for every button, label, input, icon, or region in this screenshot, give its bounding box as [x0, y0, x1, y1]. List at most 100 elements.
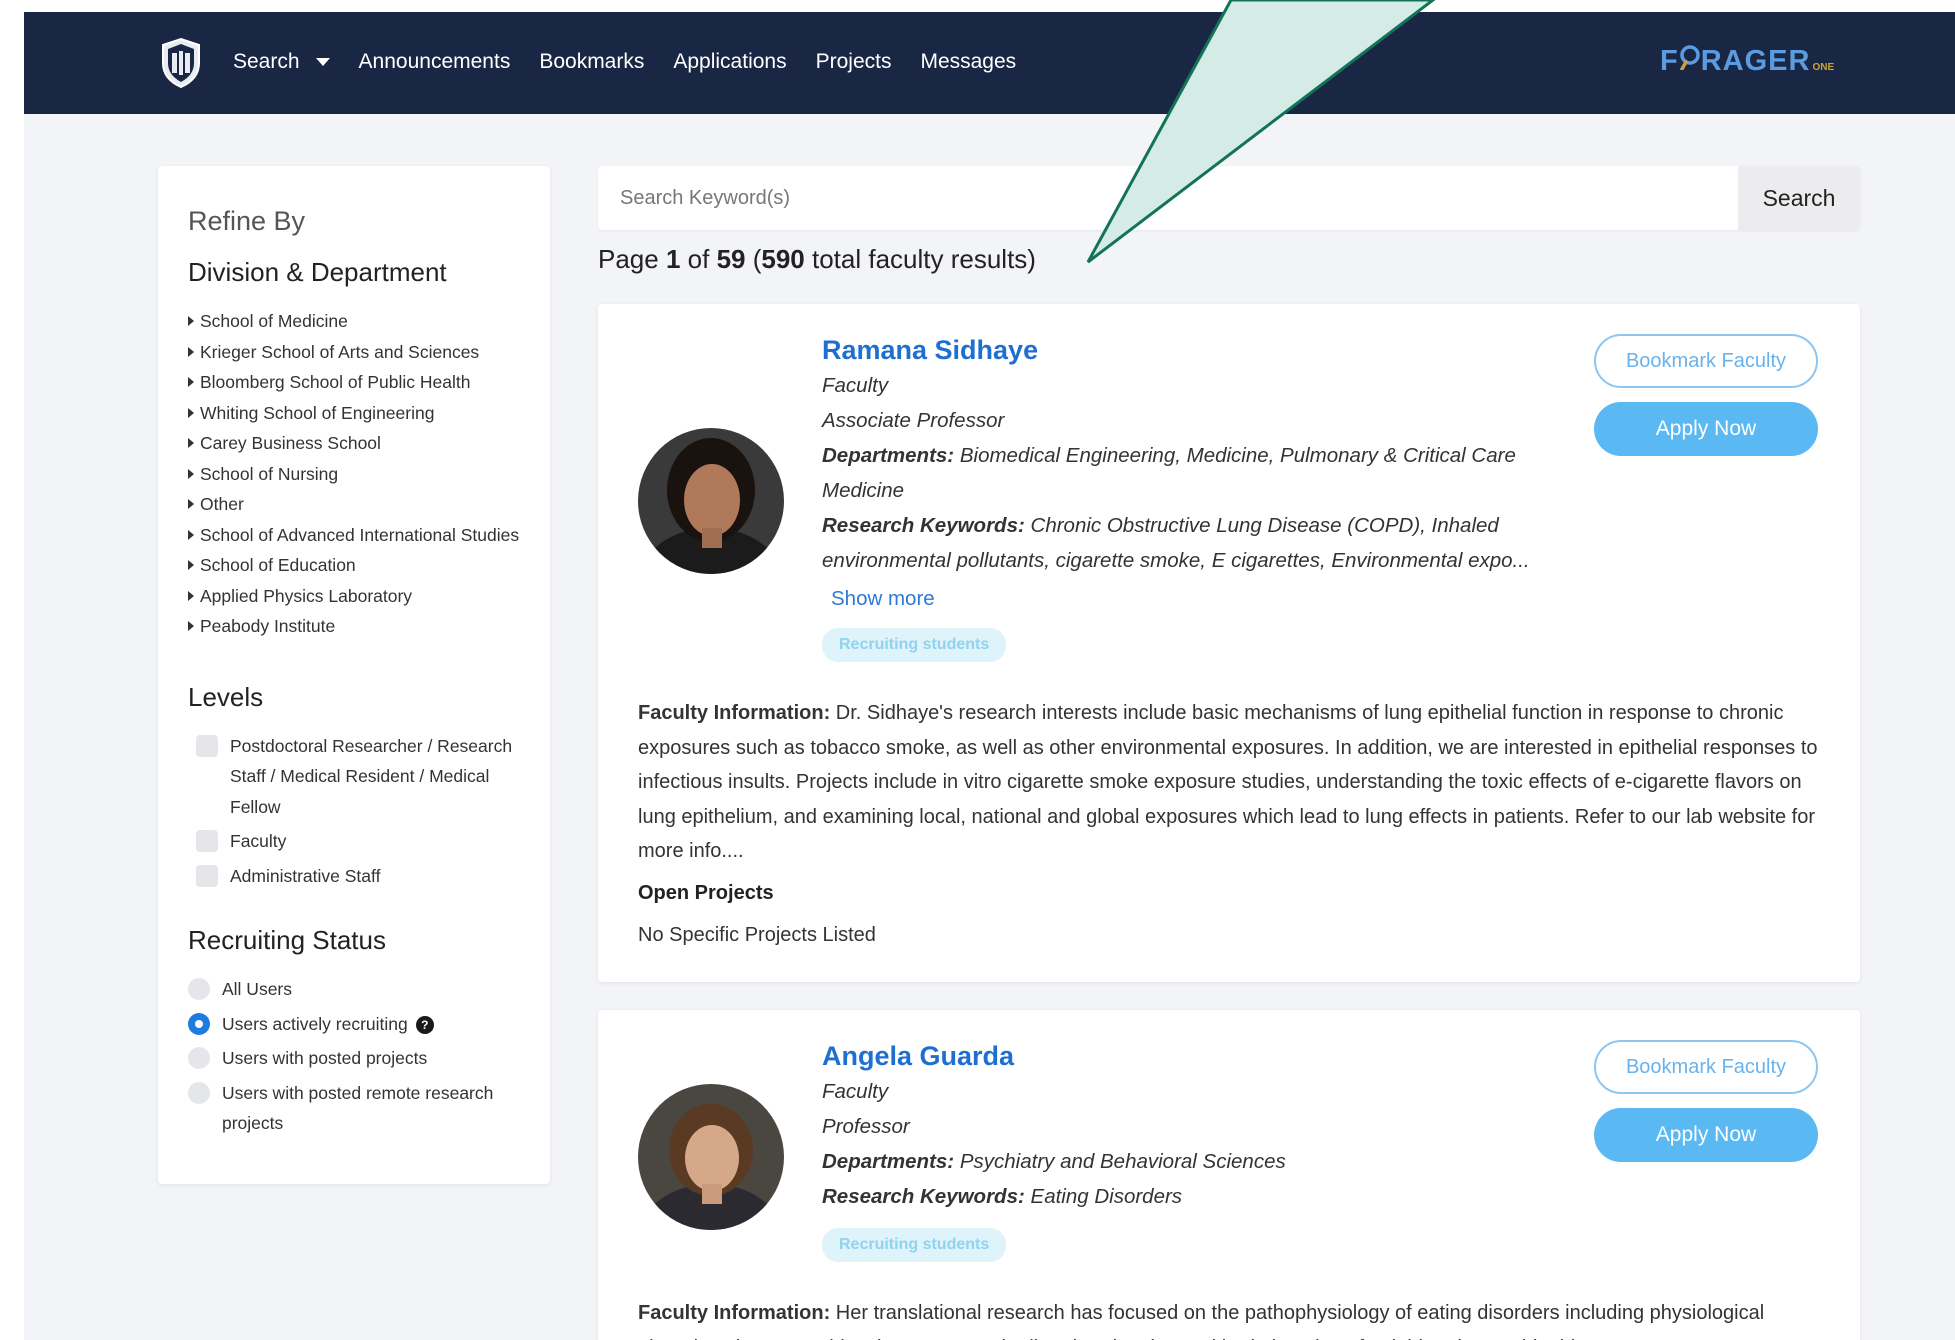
refine-sidebar: Refine By Division & Department School o… [158, 166, 550, 1184]
bookmark-faculty-button[interactable]: Bookmark Faculty [1594, 1040, 1818, 1094]
faculty-departments: Departments: Psychiatry and Behavioral S… [822, 1144, 1582, 1179]
nav-applications[interactable]: Applications [673, 50, 786, 74]
recruiting-heading: Recruiting Status [188, 925, 386, 955]
level-label: Faculty [230, 831, 287, 851]
level-checkbox[interactable] [196, 864, 218, 887]
faculty-keywords: Research Keywords: Chronic Obstructive L… [822, 508, 1582, 578]
level-option-admin[interactable]: Administrative Staff [188, 861, 526, 892]
departments-label: Departments: [822, 444, 955, 467]
current-page: 1 [665, 244, 681, 274]
forager-one-logo[interactable]: F RAGER ONE [1660, 44, 1834, 78]
search-button[interactable]: Search [1738, 166, 1860, 230]
nav-search-dropdown[interactable]: Search [233, 50, 330, 74]
dept-label: Bloomberg School of Public Health [200, 372, 471, 392]
faculty-information: Faculty Information: Dr. Sidhaye's resea… [638, 696, 1828, 869]
nav-bookmarks[interactable]: Bookmarks [539, 50, 644, 74]
level-checkbox[interactable] [196, 734, 218, 757]
caret-right-icon [188, 590, 194, 601]
show-more-link[interactable]: Show more [831, 584, 1582, 614]
recruit-radio-selected[interactable] [188, 1012, 210, 1035]
dept-item[interactable]: School of Medicine [188, 306, 526, 337]
level-option-faculty[interactable]: Faculty [188, 826, 526, 857]
page-prefix: Page [598, 244, 666, 274]
help-icon[interactable]: ? [415, 1015, 434, 1034]
faculty-info: Angela Guarda Faculty Professor Departme… [822, 1038, 1582, 1262]
department-list: School of Medicine Krieger School of Art… [188, 306, 526, 642]
faculty-name-link[interactable]: Ramana Sidhaye [822, 332, 1582, 368]
dept-item[interactable]: Peabody Institute [188, 611, 526, 642]
recruit-radio[interactable] [188, 1081, 210, 1104]
dept-label: School of Nursing [200, 463, 339, 484]
levels-list: Postdoctoral Researcher / Research Staff… [188, 731, 526, 892]
results-suffix: total faculty results) [804, 244, 1036, 274]
dept-item[interactable]: Carey Business School [188, 428, 526, 459]
dept-label: Other [200, 494, 244, 514]
caret-right-icon [188, 346, 194, 357]
dept-item[interactable]: School of Education [188, 550, 526, 581]
recruit-radio[interactable] [188, 978, 210, 1000]
search-input[interactable] [598, 166, 1738, 230]
dept-item[interactable]: Whiting School of Engineering [188, 398, 526, 429]
nav-links: Search Announcements Bookmarks Applicati… [233, 50, 1045, 74]
dept-item[interactable]: Other [188, 489, 526, 520]
refine-by-label: Refine By [188, 206, 306, 236]
dept-item[interactable]: Krieger School of Arts and Sciences [188, 337, 526, 368]
faculty-avatar[interactable] [638, 428, 784, 574]
dept-item[interactable]: Bloomberg School of Public Health [188, 367, 526, 398]
recruit-option-remote[interactable]: Users with posted remote research projec… [188, 1078, 526, 1139]
dept-label: School of Education [200, 555, 356, 575]
faculty-keywords: Research Keywords: Eating Disorders [822, 1179, 1582, 1214]
recruiting-list: All Users Users actively recruiting? Use… [188, 974, 526, 1139]
dept-item[interactable]: School of Nursing [188, 459, 526, 490]
faculty-role: Faculty [822, 1080, 889, 1103]
recruit-label: All Users [222, 979, 293, 999]
dept-label: Whiting School of Engineering [200, 402, 435, 423]
dept-label: Carey Business School [200, 433, 381, 453]
caret-right-icon [188, 499, 194, 509]
search-bar: Search [598, 166, 1860, 230]
recruit-label: Users with posted projects [222, 1048, 428, 1068]
caret-right-icon [188, 529, 194, 540]
faculty-departments: Departments: Biomedical Engineering, Med… [822, 438, 1582, 508]
level-option-postdoc[interactable]: Postdoctoral Researcher / Research Staff… [188, 731, 526, 823]
dept-label: Krieger School of Arts and Sciences [200, 341, 480, 362]
info-label: Faculty Information: [638, 1302, 831, 1324]
apply-now-button[interactable]: Apply Now [1594, 1108, 1818, 1162]
nav-projects[interactable]: Projects [816, 50, 892, 74]
faculty-role: Faculty [822, 374, 889, 397]
recruit-radio[interactable] [188, 1047, 210, 1069]
nav-messages[interactable]: Messages [920, 50, 1016, 74]
apply-now-button[interactable]: Apply Now [1594, 402, 1818, 456]
top-navbar: Search Announcements Bookmarks Applicati… [24, 12, 1955, 114]
recruit-option-active[interactable]: Users actively recruiting? [188, 1009, 526, 1040]
faculty-avatar[interactable] [638, 1084, 784, 1230]
faculty-info: Ramana Sidhaye Faculty Associate Profess… [822, 332, 1582, 662]
faculty-card: Ramana Sidhaye Faculty Associate Profess… [598, 304, 1860, 982]
faculty-title: Professor [822, 1115, 910, 1138]
division-heading: Division & Department [188, 257, 447, 287]
recruit-option-all[interactable]: All Users [188, 974, 526, 1005]
caret-right-icon [188, 621, 194, 631]
open-projects-heading: Open Projects [638, 882, 774, 904]
nav-announcements[interactable]: Announcements [359, 50, 511, 74]
dept-item[interactable]: Applied Physics Laboratory [188, 581, 526, 612]
bookmark-faculty-button[interactable]: Bookmark Faculty [1594, 334, 1818, 388]
faculty-name-link[interactable]: Angela Guarda [822, 1038, 1582, 1074]
recruit-label: Users actively recruiting [222, 1013, 408, 1034]
pagination-summary: Page 1 of 59 (590 total faculty results) [598, 244, 1036, 275]
caret-right-icon [188, 407, 194, 418]
level-checkbox[interactable] [196, 830, 218, 852]
faculty-card: Angela Guarda Faculty Professor Departme… [598, 1010, 1860, 1340]
recruiting-badge: Recruiting students [822, 1228, 1007, 1262]
departments-label: Departments: [822, 1150, 955, 1173]
university-shield-logo[interactable] [159, 37, 203, 89]
dept-item[interactable]: School of Advanced International Studies [188, 520, 526, 551]
brand-f: F [1660, 45, 1679, 77]
caret-down-icon [315, 58, 330, 66]
brand-rager: RAGER [1700, 45, 1811, 77]
total-pages: 59 [716, 244, 746, 274]
recruit-option-projects[interactable]: Users with posted projects [188, 1043, 526, 1074]
keywords-label: Research Keywords: [822, 1185, 1025, 1208]
departments-value: Psychiatry and Behavioral Sciences [959, 1150, 1286, 1173]
info-label: Faculty Information: [638, 702, 831, 724]
